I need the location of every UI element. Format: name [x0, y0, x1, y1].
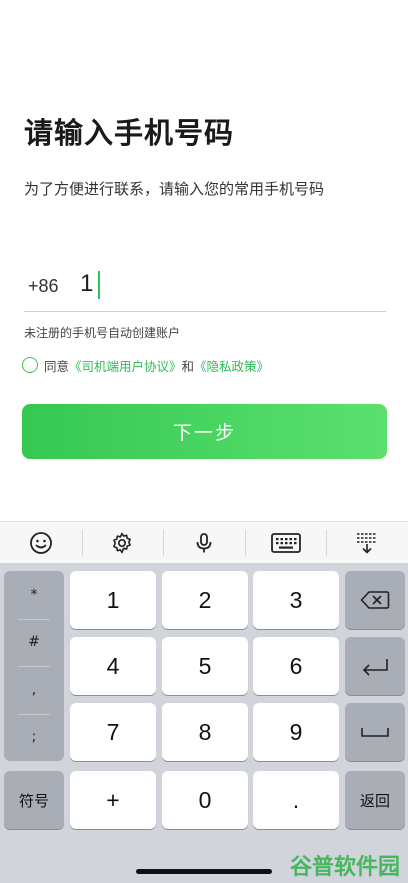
privacy-policy-link[interactable]: 《隐私政策》 [194, 356, 269, 375]
numeric-keyboard: * # , ; 1 2 3 4 5 6 7 8 9 符号 + 0 . 返回 [0, 563, 408, 843]
text-caret [98, 271, 100, 299]
key-4[interactable]: 4 [70, 637, 156, 695]
symbol-key-asterisk[interactable]: * [4, 571, 64, 619]
agreement-row: 同意 《司机端用户协议》 和 《隐私政策》 [22, 356, 269, 374]
keyboard-icon[interactable] [244, 522, 327, 563]
page-subtitle: 为了方便进行联系，请输入您的常用手机号码 [24, 180, 325, 198]
keyboard-toolbar [0, 521, 408, 563]
emoji-icon[interactable] [0, 522, 82, 563]
key-dot[interactable]: . [253, 771, 339, 829]
key-2[interactable]: 2 [162, 571, 248, 629]
backspace-icon [360, 591, 390, 609]
country-code[interactable]: +86 [28, 276, 59, 297]
page-title: 请输入手机号码 [24, 116, 235, 150]
return-key[interactable]: 返回 [345, 771, 405, 829]
phone-number-input[interactable]: 1 [80, 270, 93, 298]
enter-key[interactable] [345, 637, 405, 695]
bottom-bar: 谷普软件园 [0, 843, 408, 883]
key-7[interactable]: 7 [70, 703, 156, 761]
home-indicator[interactable] [136, 869, 272, 874]
key-9[interactable]: 9 [253, 703, 339, 761]
key-3[interactable]: 3 [253, 571, 339, 629]
enter-icon [362, 659, 388, 676]
space-icon [361, 728, 389, 737]
symbol-key-semicolon[interactable]: ; [4, 713, 64, 762]
driver-user-agreement-link[interactable]: 《司机端用户协议》 [69, 356, 182, 375]
microphone-icon[interactable] [163, 522, 245, 563]
symbol-mode-key[interactable]: 符号 [4, 771, 64, 829]
key-0[interactable]: 0 [162, 771, 248, 829]
key-6[interactable]: 6 [253, 637, 339, 695]
next-step-button[interactable]: 下一步 [22, 404, 387, 459]
key-8[interactable]: 8 [162, 703, 248, 761]
auto-register-hint: 未注册的手机号自动创建账户 [24, 326, 181, 340]
agreement-checkbox[interactable] [22, 357, 38, 373]
symbol-key-hash[interactable]: # [4, 618, 64, 667]
backspace-key[interactable] [345, 571, 405, 629]
key-5[interactable]: 5 [162, 637, 248, 695]
keyboard-hide-icon[interactable] [326, 522, 408, 563]
watermark-logo: 谷普软件园 [289, 855, 400, 880]
symbol-key-comma[interactable]: , [4, 666, 64, 714]
symbol-column[interactable]: * # , ; [4, 571, 64, 761]
agreement-and: 和 [181, 358, 195, 374]
agreement-prefix: 同意 [44, 358, 70, 374]
key-plus[interactable]: + [70, 771, 156, 829]
phone-input-row[interactable]: +86 1 [24, 262, 386, 312]
space-key[interactable] [345, 703, 405, 761]
key-1[interactable]: 1 [70, 571, 156, 629]
gear-icon[interactable] [81, 522, 164, 563]
